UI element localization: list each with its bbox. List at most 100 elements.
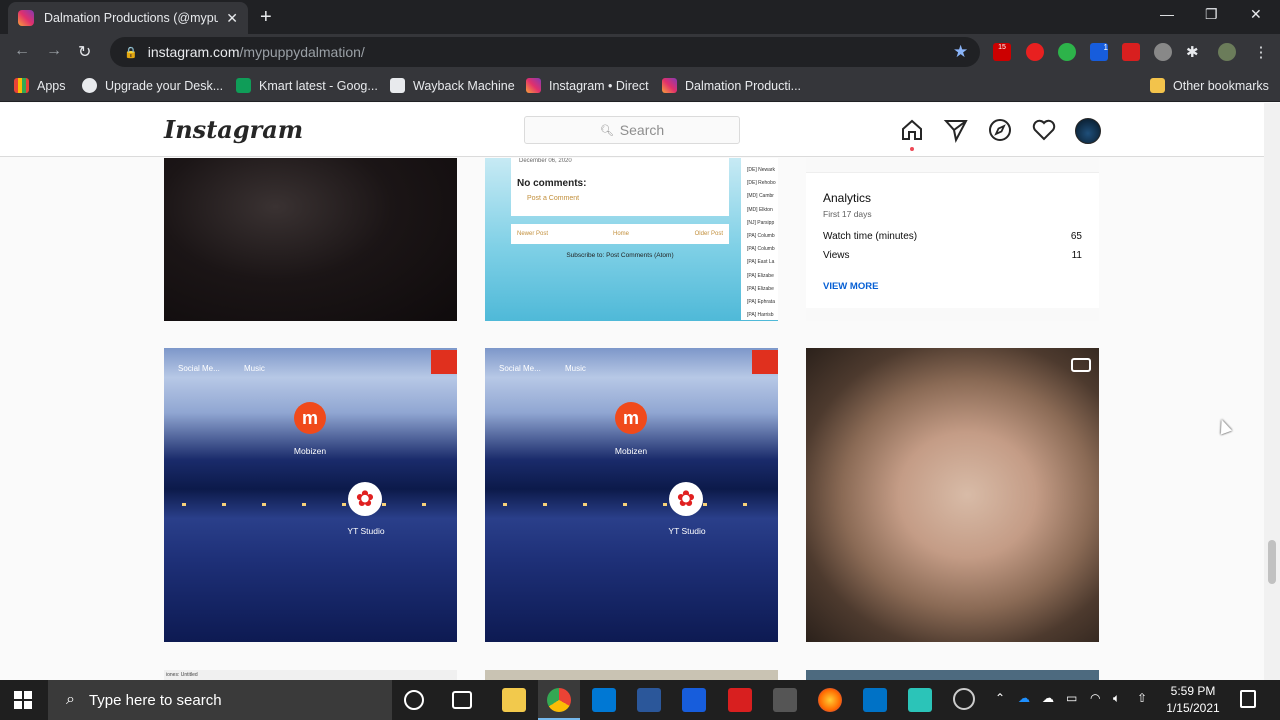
bookmark-upgrade-desk[interactable]: Upgrade your Desk... [82, 78, 223, 93]
shoreline-lights [485, 503, 778, 506]
window-close-icon[interactable]: ✕ [1250, 6, 1262, 23]
bookmark-wayback[interactable]: Wayback Machine [390, 78, 515, 93]
store-icon[interactable] [773, 688, 797, 712]
tab-title: Dalmation Productions (@mypup [44, 11, 219, 25]
file-explorer-icon[interactable] [502, 688, 526, 712]
analytics-row: Watch time (minutes) 65 [823, 231, 1082, 242]
post-thumbnail-blog[interactable]: December 06, 2020 No comments: Post a Co… [485, 158, 778, 321]
cortana-icon[interactable] [404, 690, 424, 710]
minimize-icon[interactable]: — [1160, 6, 1174, 22]
bitwarden-icon[interactable] [682, 688, 706, 712]
bookmark-apps[interactable]: Apps [14, 78, 66, 93]
close-tab-icon[interactable]: ✕ [226, 10, 238, 27]
post-thumbnail-analytics[interactable]: Analytics First 17 days Watch time (minu… [806, 158, 1099, 321]
address-bar[interactable]: 🔒 instagram.com/mypuppydalmation/ [110, 37, 980, 67]
yt-studio-app-icon: ✿ [348, 482, 382, 516]
home-notification-dot [910, 147, 914, 151]
notifications-icon[interactable] [1240, 690, 1256, 708]
windows-start-icon[interactable] [14, 691, 32, 709]
check-extension-icon[interactable] [1058, 43, 1076, 61]
recorder-badge-icon [431, 350, 457, 374]
yt-studio-app-icon: ✿ [669, 482, 703, 516]
post-thumbnail-dark-face[interactable] [164, 158, 457, 321]
globe-icon [82, 78, 97, 93]
explore-compass-icon[interactable] [987, 117, 1013, 143]
onedrive-personal-icon[interactable]: ☁ [1042, 691, 1054, 705]
menu-kebab-icon[interactable]: ⋮ [1252, 43, 1270, 61]
bookmark-dalmation[interactable]: Dalmation Producti... [662, 78, 801, 93]
upload-icon[interactable]: ⇧ [1137, 691, 1147, 705]
tray-chevron-icon[interactable]: ⌃ [995, 691, 1005, 705]
drive-extension-icon[interactable] [1154, 43, 1172, 61]
wifi-icon[interactable]: ◠ [1090, 691, 1100, 705]
browser-toolbar: ← → ↻ 🔒 instagram.com/mypuppydalmation/ … [0, 34, 1280, 70]
taskbar-search-input[interactable]: ⌕ Type here to search [48, 680, 392, 720]
post-thumbnail-partial[interactable]: iones: Untitled [164, 670, 457, 680]
task-view-icon[interactable] [452, 691, 472, 709]
post-thumbnail-partial[interactable] [485, 670, 778, 680]
blog-sidebar-list: [DE] Newark [DE] Rehobo [MD] Cambr [MD] Elk… [741, 158, 778, 320]
obs-icon[interactable] [953, 688, 975, 710]
extensions-puzzle-icon[interactable]: ✱ [1186, 43, 1204, 61]
folder-icon [1150, 78, 1165, 93]
bitwarden-extension-icon[interactable]: 1 [1090, 43, 1108, 61]
reload-icon[interactable]: ↻ [78, 42, 91, 62]
adblock-extension-icon[interactable]: 15 [993, 43, 1011, 61]
lock-icon: 🔒 [124, 46, 138, 59]
stop-extension-icon[interactable] [1026, 43, 1044, 61]
back-icon[interactable]: ← [14, 42, 30, 60]
bookmarks-bar: Apps Upgrade your Desk... Kmart latest -… [0, 70, 1280, 102]
forward-icon[interactable]: → [46, 42, 62, 60]
video-camera-icon [1071, 358, 1091, 372]
word-icon[interactable] [637, 688, 661, 712]
firefox-icon[interactable] [818, 688, 842, 712]
blog-pager: Newer Post Home Older Post [511, 224, 729, 244]
analytics-title: Analytics [823, 191, 872, 205]
battery-icon[interactable]: ▭ [1066, 691, 1077, 705]
home-icon[interactable] [899, 117, 925, 143]
archive-icon [390, 78, 405, 93]
direct-messages-icon[interactable] [943, 117, 969, 143]
search-icon: 🔍︎ [599, 124, 614, 137]
new-tab-button[interactable]: + [260, 6, 272, 29]
acrobat-extension-icon[interactable] [1122, 43, 1140, 61]
instagram-icon [662, 78, 677, 93]
instagram-logo[interactable]: Instagram [164, 115, 303, 144]
browser-tab[interactable]: Dalmation Productions (@mypup ✕ [8, 2, 248, 34]
bookmark-kmart[interactable]: Kmart latest - Goog... [236, 78, 378, 93]
volume-icon[interactable]: 🔈︎ [1113, 691, 1120, 706]
search-input[interactable]: 🔍︎ Search [524, 116, 740, 144]
onedrive-icon[interactable]: ☁ [1018, 691, 1030, 705]
bookmark-star-icon[interactable]: ★ [953, 42, 968, 62]
profile-avatar[interactable] [1075, 118, 1101, 144]
bookmark-instagram-direct[interactable]: Instagram • Direct [526, 78, 649, 93]
sheets-icon [236, 78, 251, 93]
activity-heart-icon[interactable] [1031, 117, 1057, 143]
restore-icon[interactable]: ❐ [1205, 6, 1218, 23]
analytics-subtitle: First 17 days [823, 209, 872, 219]
mail-icon[interactable] [592, 688, 616, 712]
page-scrollbar[interactable] [1264, 103, 1280, 680]
browser-tab-strip: Dalmation Productions (@mypup ✕ + — ❐ ✕ [0, 0, 1280, 34]
search-icon: ⌕ [66, 691, 75, 708]
post-thumbnail-mobile-screen[interactable]: Social Me... Music m Mobizen ✿ YT Studio [164, 348, 457, 642]
url-host: instagram.com [147, 44, 240, 60]
instagram-favicon-icon [18, 10, 34, 26]
taskbar-clock[interactable]: 5:59 PM 1/15/2021 [1158, 683, 1228, 717]
blog-subscribe-text: Subscribe to: Post Comments (Atom) [566, 252, 674, 259]
post-thumbnail-partial[interactable] [806, 670, 1099, 680]
profile-avatar-icon[interactable] [1218, 43, 1236, 61]
bookmark-other[interactable]: Other bookmarks [1150, 78, 1269, 93]
post-thumbnail-video-selfie[interactable] [806, 348, 1099, 642]
post-thumbnail-mobile-screen[interactable]: Social Me... Music m Mobizen ✿ YT Studio [485, 348, 778, 642]
chrome-icon[interactable] [547, 688, 571, 712]
apps-grid-icon [14, 78, 29, 93]
launcher-l-icon[interactable] [908, 688, 932, 712]
acrobat-icon[interactable] [728, 688, 752, 712]
outlook-icon[interactable] [863, 688, 887, 712]
instagram-header: Instagram 🔍︎ Search [0, 103, 1264, 157]
shoreline-lights [164, 503, 457, 506]
profile-posts-grid: December 06, 2020 No comments: Post a Co… [0, 158, 1264, 680]
windows-taskbar: ⌕ Type here to search ⌃ ☁ ☁ ▭ ◠ 🔈︎ ⇧ 5:5… [0, 680, 1280, 720]
scrollbar-thumb[interactable] [1268, 540, 1276, 584]
